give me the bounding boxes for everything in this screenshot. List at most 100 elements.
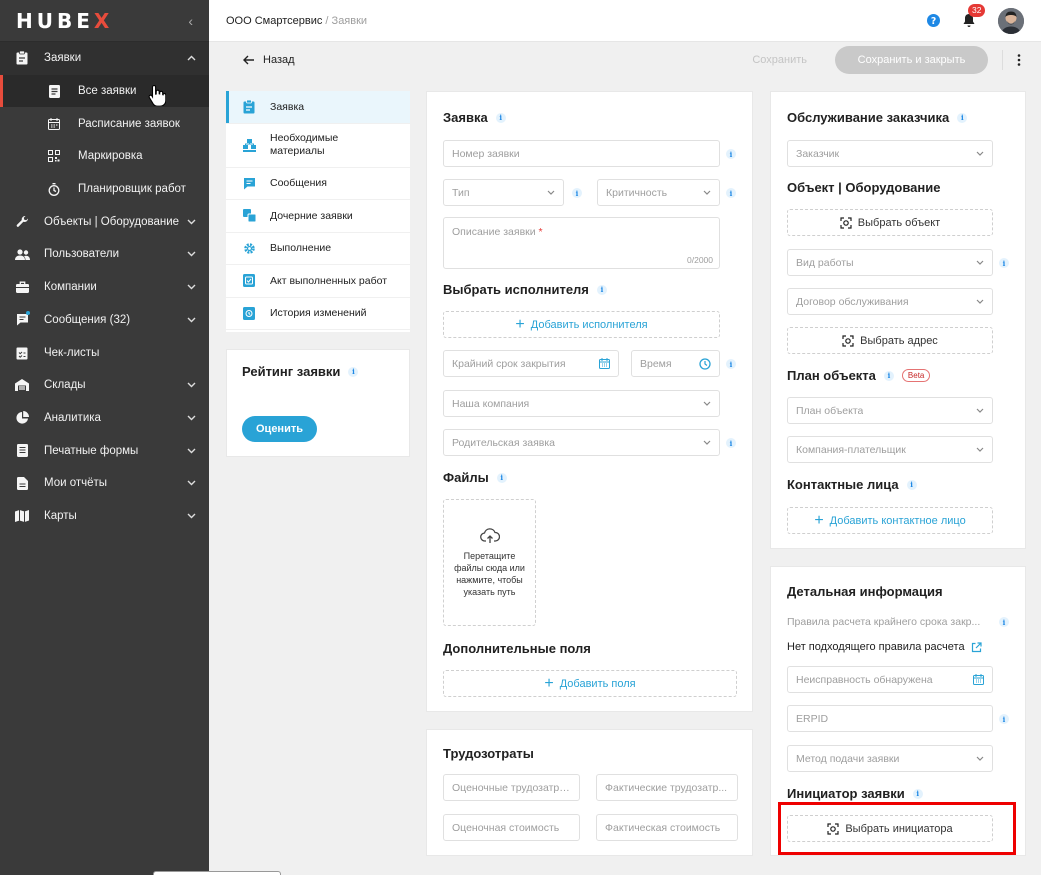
info-icon[interactable]: i — [572, 188, 582, 198]
sidebar-item-2[interactable]: Все заявки — [0, 74, 209, 108]
fault-detected-date-input[interactable]: Неисправность обнаружена — [787, 666, 993, 693]
no-rule-link[interactable]: Нет подходящего правила расчета — [787, 641, 982, 653]
estimated-labor-input[interactable]: Оценочные трудозатра... — [443, 774, 580, 801]
select-object-button[interactable]: Выбрать объект — [787, 209, 993, 236]
time-input[interactable]: Время — [631, 350, 720, 377]
chevron-down-icon — [976, 299, 984, 304]
sidebar-item-1[interactable]: Заявки — [0, 42, 209, 75]
sidebar-item-12[interactable]: Аналитика — [0, 402, 209, 435]
chat-icon — [12, 311, 32, 326]
char-counter: 0/2000 — [687, 255, 713, 265]
work-type-select[interactable]: Вид работы — [787, 249, 993, 276]
tab-2[interactable]: Необходимые материалы — [226, 124, 410, 168]
info-icon[interactable]: i — [596, 284, 607, 295]
external-link-icon[interactable] — [971, 641, 982, 653]
save-and-close-button[interactable]: Сохранить и закрыть — [835, 46, 988, 74]
info-icon[interactable]: i — [999, 714, 1009, 724]
more-options-icon[interactable] — [1017, 54, 1021, 66]
sidebar-item-5[interactable]: Планировщик работ — [0, 173, 209, 206]
chevron-down-icon — [976, 447, 984, 452]
info-icon[interactable]: i — [883, 370, 894, 381]
sidebar-item-14[interactable]: Мои отчёты — [0, 467, 209, 500]
info-icon[interactable]: i — [999, 617, 1009, 627]
sidebar-item-4[interactable]: Маркировка — [0, 140, 209, 173]
service-contract-select[interactable]: Договор обслуживания — [787, 288, 993, 315]
user-avatar[interactable] — [998, 7, 1024, 34]
child-requests-icon — [242, 209, 256, 223]
action-bar-right: Сохранить Сохранить и закрыть — [752, 46, 1021, 74]
info-icon[interactable]: i — [726, 188, 736, 198]
breadcrumb-company[interactable]: ООО Смартсервис — [226, 15, 322, 27]
tab-1[interactable]: Заявка — [226, 91, 410, 124]
notifications-bell-icon[interactable]: 32 — [962, 4, 986, 28]
target-select-icon — [842, 334, 854, 347]
description-textarea[interactable]: Описание заявки * 0/2000 — [443, 217, 720, 269]
tab-3[interactable]: Сообщения — [226, 168, 410, 200]
hubex-logo[interactable]: HUBEX — [16, 9, 113, 33]
info-icon[interactable]: i — [906, 479, 917, 490]
info-icon[interactable]: i — [999, 258, 1009, 268]
deadline-date-input[interactable]: Крайний срок закрытия — [443, 350, 619, 377]
info-icon[interactable]: i — [495, 112, 506, 123]
request-number-input[interactable]: Номер заявки — [443, 140, 720, 167]
clock-icon[interactable] — [699, 357, 711, 370]
actual-labor-input[interactable]: Фактические трудозатр... — [596, 774, 738, 801]
tab-6[interactable]: Акт выполненных работ — [226, 265, 410, 298]
tab-label: Выполнение — [270, 242, 332, 255]
breadcrumb: ООО Смартсервис / Заявки — [226, 15, 367, 27]
sidebar-item-6[interactable]: Объекты | Оборудование — [0, 205, 209, 238]
calendar-icon[interactable] — [599, 358, 610, 369]
breadcrumb-page[interactable]: Заявки — [332, 15, 368, 27]
erpid-input[interactable]: ERPID — [787, 705, 993, 732]
tab-5[interactable]: Выполнение — [226, 233, 410, 265]
save-button[interactable]: Сохранить — [752, 54, 807, 66]
info-icon[interactable]: i — [726, 359, 736, 369]
sidebar-item-9[interactable]: Сообщения (32) — [0, 304, 209, 337]
add-field-button[interactable]: + Добавить поля — [443, 670, 737, 697]
select-address-button[interactable]: Выбрать адрес — [787, 327, 993, 354]
criticality-select[interactable]: Критичность — [597, 179, 720, 206]
sidebar-item-11[interactable]: Склады — [0, 369, 209, 402]
gear-icon — [242, 242, 256, 255]
tab-4[interactable]: Дочерние заявки — [226, 200, 410, 233]
our-company-select[interactable]: Наша компания — [443, 390, 720, 417]
file-upload-dropzone[interactable]: Перетащите файлы сюда или нажмите, чтобы… — [443, 499, 536, 626]
tab-7[interactable]: История изменений — [226, 298, 410, 330]
plus-icon: + — [544, 674, 554, 692]
back-button[interactable]: Назад — [243, 54, 295, 66]
info-icon[interactable]: i — [726, 149, 736, 159]
sidebar-item-3[interactable]: Расписание заявок — [0, 107, 209, 140]
add-executor-button[interactable]: + Добавить исполнителя — [443, 311, 720, 338]
actual-cost-input[interactable]: Фактическая стоимость — [596, 814, 738, 841]
help-icon[interactable]: ? — [927, 14, 940, 27]
info-icon[interactable]: i — [912, 788, 923, 799]
rate-button[interactable]: Оценить — [242, 416, 317, 442]
deadline-rule-select[interactable]: Правила расчета крайнего срока закр... — [787, 608, 993, 635]
object-plan-select[interactable]: План объекта — [787, 397, 993, 424]
info-icon[interactable]: i — [726, 438, 736, 448]
customer-select[interactable]: Заказчик — [787, 140, 993, 167]
breadcrumb-separator: / — [322, 14, 332, 27]
sidebar-item-7[interactable]: Пользователи — [0, 238, 209, 271]
sidebar-item-15[interactable]: Карты — [0, 500, 209, 533]
parent-request-select[interactable]: Родительская заявка — [443, 429, 720, 456]
cloud-upload-icon — [479, 527, 500, 543]
info-icon[interactable]: i — [957, 112, 968, 123]
labor-title: Трудозотраты — [443, 746, 534, 761]
info-icon[interactable]: i — [348, 366, 359, 377]
estimated-cost-input[interactable]: Оценочная стоимость — [443, 814, 580, 841]
chevron-down-icon — [547, 190, 555, 195]
tab-label: Акт выполненных работ — [270, 274, 388, 287]
collapse-sidebar-icon[interactable]: ‹ — [188, 13, 193, 29]
sidebar-item-10[interactable]: Чек-листы — [0, 336, 209, 369]
type-select[interactable]: Тип — [443, 179, 564, 206]
notifications-badge: 32 — [968, 4, 986, 17]
payer-company-select[interactable]: Компания-плательщик — [787, 436, 993, 463]
add-contact-button[interactable]: + Добавить контактное лицо — [787, 507, 993, 534]
sidebar-item-13[interactable]: Печатные формы — [0, 434, 209, 467]
calendar-icon[interactable] — [973, 674, 984, 685]
info-icon[interactable]: i — [496, 472, 507, 483]
sidebar-item-8[interactable]: Компании — [0, 271, 209, 304]
submission-method-select[interactable]: Метод подачи заявки — [787, 745, 993, 772]
horizontal-scrollbar[interactable] — [153, 871, 281, 875]
